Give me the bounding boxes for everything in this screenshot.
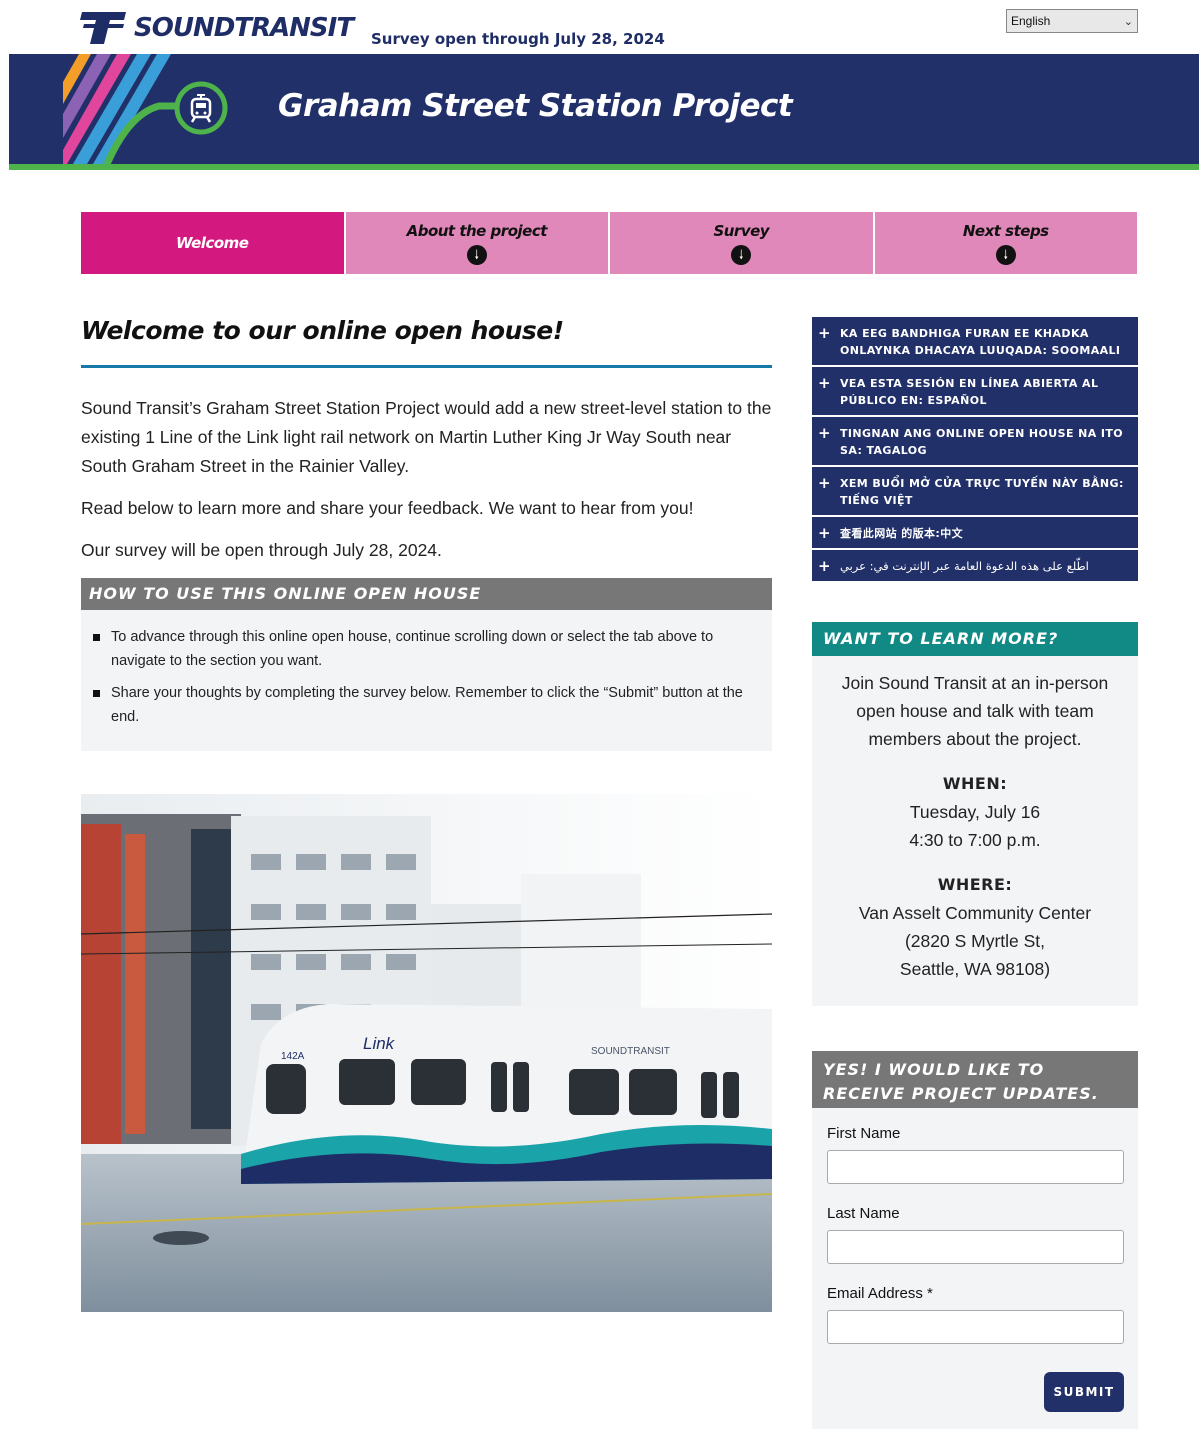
tab-label: Welcome bbox=[176, 234, 249, 252]
first-name-field[interactable] bbox=[827, 1150, 1124, 1184]
top-bar: SOUNDTRANSIT Survey open through July 28… bbox=[0, 0, 1199, 54]
language-link-label: TINGNAN ANG ONLINE OPEN HOUSE NA ITO SA:… bbox=[840, 427, 1123, 457]
train-brand-text: Link bbox=[363, 1034, 396, 1053]
event-date: Tuesday, July 16 bbox=[909, 802, 1041, 822]
train-car-logo: SOUNDTRANSIT bbox=[591, 1046, 670, 1057]
language-link-chinese[interactable]: + 查看此网站 的版本:中文 bbox=[812, 517, 1138, 550]
language-link-tagalog[interactable]: + TINGNAN ANG ONLINE OPEN HOUSE NA ITO S… bbox=[812, 417, 1138, 467]
arrow-down-circle-icon: 🠓 bbox=[995, 244, 1016, 265]
tab-label: Survey bbox=[713, 221, 770, 240]
tab-survey[interactable]: Survey 🠓 bbox=[610, 212, 875, 274]
signup-form: First Name Last Name Email Address * bbox=[812, 1108, 1138, 1344]
intro-paragraph: Sound Transit’s Graham Street Station Pr… bbox=[81, 398, 772, 476]
when-label: WHEN: bbox=[942, 774, 1008, 793]
language-select-value: English bbox=[1011, 14, 1051, 28]
event-city: Seattle, WA 98108) bbox=[899, 959, 1051, 979]
plus-icon: + bbox=[818, 324, 831, 342]
logo-wordmark: SOUNDTRANSIT bbox=[134, 13, 354, 43]
language-links: + KA EEG BANDHIGA FURAN EE KHADKA ONLAYN… bbox=[812, 317, 1138, 583]
plus-icon: + bbox=[818, 557, 831, 575]
tab-next-steps[interactable]: Next steps 🠓 bbox=[874, 212, 1137, 274]
main-content: Welcome to our online open house! Sound … bbox=[81, 316, 772, 751]
learn-more-intro: Join Sound Transit at an in-person open … bbox=[841, 673, 1109, 749]
event-time: 4:30 to 7:00 p.m. bbox=[909, 830, 1041, 850]
train-car-number: 142A bbox=[281, 1051, 305, 1062]
email-field[interactable] bbox=[827, 1310, 1124, 1344]
plus-icon: + bbox=[818, 374, 831, 392]
how-to-heading: HOW TO USE THIS ONLINE OPEN HOUSE bbox=[81, 578, 772, 610]
arrow-down-circle-icon: 🠓 bbox=[731, 244, 752, 265]
language-link-label: KA EEG BANDHIGA FURAN EE KHADKA ONLAYNKA… bbox=[840, 327, 1121, 357]
learn-more-panel: WANT TO LEARN MORE? Join Sound Transit a… bbox=[812, 622, 1138, 1006]
learn-more-heading: WANT TO LEARN MORE? bbox=[812, 622, 1138, 656]
intro-paragraph: Read below to learn more and share your … bbox=[81, 498, 694, 518]
page-title: Graham Street Station Project bbox=[278, 88, 793, 124]
language-link-label: اطّلع على هذه الدعوة العامة عبر الإنترنت… bbox=[840, 559, 1089, 573]
language-select[interactable]: English ⌄ bbox=[1006, 9, 1138, 33]
tab-about-the-project[interactable]: About the project 🠓 bbox=[345, 212, 610, 274]
section-tabs: Welcome About the project 🠓 Survey 🠓 Nex… bbox=[81, 212, 1137, 274]
intro-text: Sound Transit’s Graham Street Station Pr… bbox=[81, 394, 772, 565]
chevron-down-icon: ⌄ bbox=[1123, 15, 1133, 28]
intro-paragraph: Our survey will be open through July 28,… bbox=[81, 540, 442, 560]
last-name-field[interactable] bbox=[827, 1230, 1124, 1264]
sound-transit-logo[interactable]: SOUNDTRANSIT bbox=[80, 10, 354, 46]
how-to-list: To advance through this online open hous… bbox=[81, 610, 772, 729]
survey-open-notice: Survey open through July 28, 2024 bbox=[371, 30, 665, 48]
link-train-photo: Link 142A SOUNDTRANSIT bbox=[81, 794, 772, 1312]
language-link-label: 查看此网站 的版本:中文 bbox=[840, 527, 964, 540]
banner-green-rule bbox=[9, 164, 1199, 170]
submit-button[interactable]: SUBMIT bbox=[1044, 1372, 1124, 1412]
arrow-down-circle-icon: 🠓 bbox=[466, 244, 487, 265]
plus-icon: + bbox=[818, 424, 831, 442]
where-label: WHERE: bbox=[937, 875, 1013, 894]
email-label: Email Address * bbox=[827, 1285, 933, 1302]
language-link-somali[interactable]: + KA EEG BANDHIGA FURAN EE KHADKA ONLAYN… bbox=[812, 317, 1138, 367]
last-name-label: Last Name bbox=[827, 1205, 900, 1222]
list-item: To advance through this online open hous… bbox=[93, 625, 752, 673]
tab-label: About the project bbox=[406, 221, 548, 240]
event-venue: Van Asselt Community Center bbox=[858, 903, 1092, 923]
learn-more-body: Join Sound Transit at an in-person open … bbox=[812, 656, 1138, 983]
tab-welcome[interactable]: Welcome bbox=[81, 212, 346, 274]
event-street: (2820 S Myrtle St, bbox=[904, 931, 1046, 951]
tram-icon bbox=[190, 94, 212, 123]
updates-heading: YES! I WOULD LIKE TO RECEIVE PROJECT UPD… bbox=[812, 1051, 1138, 1108]
list-item: Share your thoughts by completing the su… bbox=[93, 681, 752, 729]
plus-icon: + bbox=[818, 474, 831, 492]
first-name-label: First Name bbox=[827, 1125, 901, 1142]
language-link-label: XEM BUỔI MỞ CỬA TRỰC TUYẾN NÀY BẰNG: TIẾ… bbox=[840, 477, 1124, 507]
tab-label: Next steps bbox=[962, 221, 1049, 240]
how-to-panel: HOW TO USE THIS ONLINE OPEN HOUSE To adv… bbox=[81, 578, 772, 751]
language-link-vietnamese[interactable]: + XEM BUỔI MỞ CỬA TRỰC TUYẾN NÀY BẰNG: T… bbox=[812, 467, 1138, 517]
train-illustration: Link 142A SOUNDTRANSIT bbox=[81, 794, 772, 1312]
project-updates-form: YES! I WOULD LIKE TO RECEIVE PROJECT UPD… bbox=[812, 1051, 1138, 1429]
welcome-heading: Welcome to our online open house! bbox=[81, 316, 564, 345]
language-link-label: VEA ESTA SESIÓN EN LÍNEA ABIERTA AL PÚBL… bbox=[840, 377, 1099, 407]
language-link-arabic[interactable]: + اطّلع على هذه الدعوة العامة عبر الإنتر… bbox=[812, 550, 1138, 583]
heading-rule bbox=[81, 365, 772, 368]
language-link-spanish[interactable]: + VEA ESTA SESIÓN EN LÍNEA ABIERTA AL PÚ… bbox=[812, 367, 1138, 417]
plus-icon: + bbox=[818, 524, 831, 542]
sound-transit-t-icon bbox=[80, 12, 126, 44]
